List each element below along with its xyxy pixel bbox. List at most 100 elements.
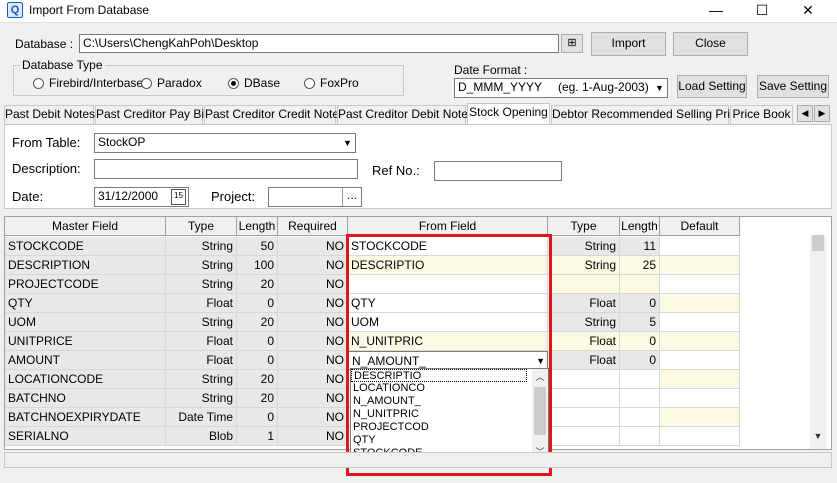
grid-cell-master: STOCKCODE	[5, 237, 166, 256]
scroll-down-icon[interactable]: ▼	[810, 431, 826, 447]
grid-cell-default[interactable]	[660, 237, 740, 256]
grid-cell-flength[interactable]: 0	[620, 332, 660, 351]
grid-cell-master: BATCHNOEXPIRYDATE	[5, 408, 166, 427]
grid-cell-default[interactable]	[660, 313, 740, 332]
tab-past-debit-notes[interactable]: Past Debit Notes	[4, 105, 95, 124]
grid-cell-flength[interactable]	[620, 408, 660, 427]
column-header[interactable]: Default	[660, 217, 740, 236]
grid-cell-default[interactable]	[660, 294, 740, 313]
grid-cell-length: 20	[237, 389, 278, 408]
radio-firebird[interactable]	[33, 78, 44, 89]
grid-cell-ftype[interactable]: String	[548, 256, 620, 275]
grid-cell-ftype[interactable]: String	[548, 237, 620, 256]
grid-cell-default[interactable]	[660, 408, 740, 427]
grid-cell-ftype[interactable]	[548, 275, 620, 294]
grid-cell-length: 1	[237, 427, 278, 446]
grid-cell-flength[interactable]	[620, 275, 660, 294]
description-label: Description:	[12, 161, 81, 176]
chevron-down-icon: ▼	[655, 83, 664, 93]
ellipsis-button[interactable]: ...	[342, 188, 361, 206]
grid-cell-flength[interactable]: 0	[620, 294, 660, 313]
grid-cell-master: QTY	[5, 294, 166, 313]
column-header[interactable]: Length	[620, 217, 660, 236]
grid-cell-ftype[interactable]: Float	[548, 332, 620, 351]
grid-cell-length: 0	[237, 332, 278, 351]
radio-paradox[interactable]	[141, 78, 152, 89]
grid-cell-ftype[interactable]	[548, 389, 620, 408]
grid-cell-required: NO	[278, 237, 348, 256]
tab-scroll-left-icon[interactable]: ◀	[797, 105, 813, 122]
tab-scroll-right-icon[interactable]: ▶	[814, 105, 830, 122]
grid-cell-flength[interactable]: 11	[620, 237, 660, 256]
tab-past-creditor-debit-notes[interactable]: Past Creditor Debit Notes	[337, 105, 474, 124]
close-button[interactable]: Close	[673, 32, 748, 56]
grid-cell-required: NO	[278, 294, 348, 313]
window-title: Import From Database	[29, 3, 150, 17]
date-format-select[interactable]: D_MMM_YYYY (eg. 1-Aug-2003) ▼	[454, 78, 668, 98]
radio-firebird-label: Firebird/Interbase	[49, 76, 144, 90]
tab-price-book[interactable]: Price Book	[730, 105, 793, 124]
grid-cell-flength[interactable]	[620, 427, 660, 446]
tab-stock-opening[interactable]: Stock Opening	[467, 103, 550, 125]
date-input[interactable]: 31/12/2000 15	[94, 187, 189, 207]
minimize-icon[interactable]: —	[693, 0, 739, 22]
grid-cell-default[interactable]	[660, 256, 740, 275]
project-input[interactable]: ...	[268, 187, 362, 207]
grid-cell-ftype[interactable]: Float	[548, 294, 620, 313]
grid-cell-flength[interactable]: 5	[620, 313, 660, 332]
maximize-icon[interactable]: ☐	[739, 0, 785, 22]
grid-cell-flength[interactable]	[620, 370, 660, 389]
tab-past-creditor-pay-bill[interactable]: Past Creditor Pay Bill	[95, 105, 209, 124]
grid-cell-type: String	[166, 313, 237, 332]
load-setting-button[interactable]: Load Setting	[677, 75, 747, 98]
date-format-label: Date Format :	[454, 63, 528, 77]
column-header[interactable]: Type	[166, 217, 237, 236]
date-format-example: (eg. 1-Aug-2003)	[558, 80, 649, 94]
grid-cell-master: AMOUNT	[5, 351, 166, 370]
from-table-select[interactable]: StockOP ▼	[94, 133, 356, 153]
grid-cell-type: Blob	[166, 427, 237, 446]
tab-past-creditor-credit-notes[interactable]: Past Creditor Credit Notes	[204, 105, 345, 124]
close-icon[interactable]: ✕	[785, 0, 831, 22]
grid-cell-ftype[interactable]	[548, 427, 620, 446]
grid-cell-default[interactable]	[660, 332, 740, 351]
import-button[interactable]: Import	[591, 32, 666, 56]
calendar-icon[interactable]: 15	[171, 189, 186, 205]
grid-cell-required: NO	[278, 351, 348, 370]
grid-cell-default[interactable]	[660, 389, 740, 408]
column-header[interactable]: Type	[548, 217, 620, 236]
grid-cell-ftype[interactable]	[548, 408, 620, 427]
grid-cell-flength[interactable]: 25	[620, 256, 660, 275]
ref-no-label: Ref No.:	[372, 163, 420, 178]
grid-cell-length: 0	[237, 408, 278, 427]
browse-folder-button[interactable]: ⊞	[561, 34, 583, 53]
grid-cell-type: String	[166, 370, 237, 389]
grid-scrollbar[interactable]: ▼	[810, 235, 826, 449]
grid-cell-flength[interactable]: 0	[620, 351, 660, 370]
grid-cell-ftype[interactable]	[548, 370, 620, 389]
date-format-value: D_MMM_YYYY	[458, 80, 543, 94]
grid-cell-flength[interactable]	[620, 389, 660, 408]
grid-cell-ftype[interactable]: String	[548, 313, 620, 332]
grid-cell-default[interactable]	[660, 275, 740, 294]
grid-cell-default[interactable]	[660, 370, 740, 389]
grid-cell-default[interactable]	[660, 351, 740, 370]
grid-cell-required: NO	[278, 427, 348, 446]
radio-foxpro[interactable]	[304, 78, 315, 89]
tab-debtor-recommended-selling-price[interactable]: Debtor Recommended Selling Price	[551, 105, 743, 124]
radio-dbase[interactable]	[228, 78, 239, 89]
grid-cell-length: 20	[237, 275, 278, 294]
column-header[interactable]: Required	[278, 217, 348, 236]
database-path-input[interactable]: C:\Users\ChengKahPoh\Desktop	[79, 34, 559, 53]
scrollbar-thumb[interactable]	[812, 235, 824, 251]
save-setting-button[interactable]: Save Setting	[757, 75, 829, 98]
ref-no-input[interactable]	[434, 161, 562, 181]
column-header[interactable]: Master Field	[5, 217, 166, 236]
highlight-box	[346, 234, 552, 476]
grid-cell-master: PROJECTCODE	[5, 275, 166, 294]
column-header[interactable]: Length	[237, 217, 278, 236]
grid-cell-ftype[interactable]: Float	[548, 351, 620, 370]
grid-cell-master: UNITPRICE	[5, 332, 166, 351]
grid-cell-default[interactable]	[660, 427, 740, 446]
description-input[interactable]	[94, 159, 358, 179]
